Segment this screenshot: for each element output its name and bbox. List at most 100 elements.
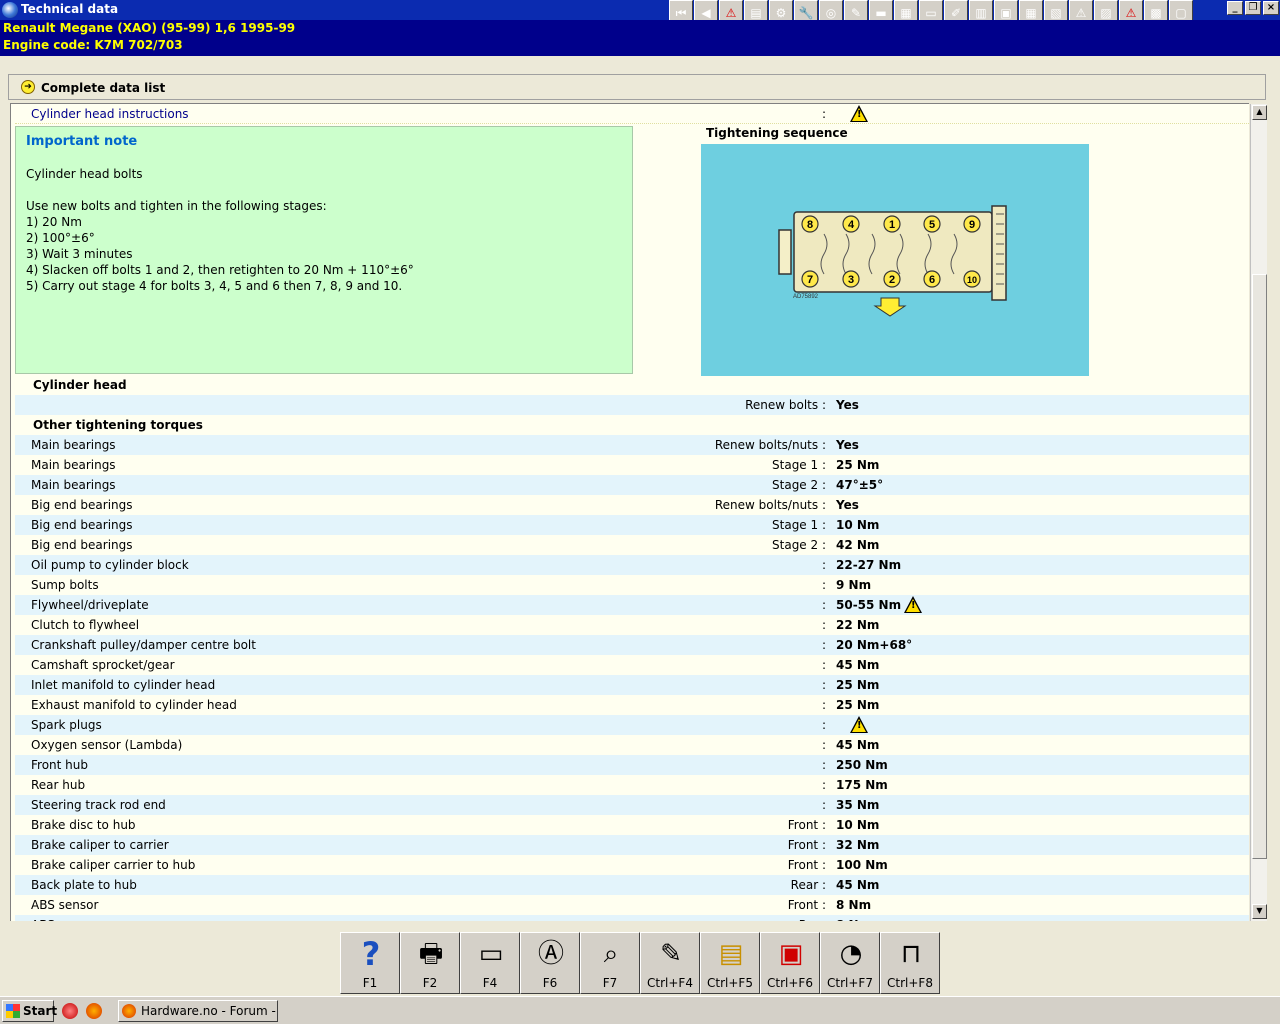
bolt-number: 8 <box>807 219 813 231</box>
table-row[interactable]: Big end bearings Renew bolts/nuts : Yes <box>15 495 1249 515</box>
table-row[interactable]: Crankshaft pulley/damper centre bolt:20 … <box>15 635 1249 655</box>
fkey-f1[interactable]: ? F1 <box>340 932 400 994</box>
scroll-down-button[interactable]: ▼ <box>1252 904 1267 919</box>
table-row[interactable]: Brake disc to hub Front : 10 Nm <box>15 815 1249 835</box>
minimize-button[interactable]: _ <box>1227 1 1243 15</box>
table-row[interactable]: Oxygen sensor (Lambda):45 Nm <box>15 735 1249 755</box>
warning-icon[interactable]: ! <box>850 716 868 733</box>
scroll-thumb[interactable] <box>1252 274 1267 859</box>
table-row[interactable]: Spark plugs:! <box>15 715 1249 735</box>
row-value: 175 Nm <box>836 778 888 792</box>
table-row[interactable]: Main bearings Renew bolts/nuts : Yes <box>15 435 1249 455</box>
table-row[interactable]: Main bearings Stage 2 : 47°±5° <box>15 475 1249 495</box>
table-row[interactable]: Clutch to flywheel:22 Nm <box>15 615 1249 635</box>
lift-icon: ⊓ <box>900 939 922 969</box>
bolt-number: 10 <box>967 275 977 285</box>
row-item: Steering track rod end <box>31 798 166 812</box>
row-item: Clutch to flywheel <box>31 618 140 632</box>
vehicle-info: Renault Megane (XAO) (95-99) 1,6 1995-99… <box>0 20 1280 56</box>
table-row[interactable]: Front hub:250 Nm <box>15 755 1249 775</box>
section-header[interactable]: ➔ Complete data list <box>8 74 1266 100</box>
row-qualifier: : <box>821 798 826 812</box>
row-item: Brake caliper to carrier <box>31 838 169 852</box>
start-button[interactable]: Start <box>2 1000 58 1022</box>
table-row[interactable]: Flywheel/driveplate:50-55 Nm! <box>15 595 1249 615</box>
row-item: Flywheel/driveplate <box>31 598 149 612</box>
fkey-ctrl-f5[interactable]: ▤ Ctrl+F5 <box>700 932 760 994</box>
fkey-ctrl-f7[interactable]: ◔ Ctrl+F7 <box>820 932 880 994</box>
table-row[interactable]: Brake caliper to carrier Front : 32 Nm <box>15 835 1249 855</box>
row-value: 22 Nm <box>836 618 880 632</box>
fkey-label: Ctrl+F8 <box>887 976 933 990</box>
close-button[interactable]: × <box>1263 1 1279 15</box>
row-value: Yes <box>836 438 859 452</box>
table-row[interactable]: Sump bolts:9 Nm <box>15 575 1249 595</box>
dictionary-icon: Ⓐ <box>537 939 564 969</box>
instructions-row[interactable]: Cylinder head instructions : ! <box>15 104 1249 124</box>
table-row[interactable]: Inlet manifold to cylinder head:25 Nm <box>15 675 1249 695</box>
row-value: 250 Nm <box>836 758 888 772</box>
table-row[interactable]: ABS ... R... : 8 N... <box>15 915 1249 921</box>
quicklaunch-icon[interactable] <box>62 1003 78 1019</box>
row-value: 25 Nm <box>836 678 880 692</box>
table-row[interactable]: Oil pump to cylinder block:22-27 Nm <box>15 555 1249 575</box>
table-row[interactable]: Big end bearings Stage 1 : 10 Nm <box>15 515 1249 535</box>
note-body: Cylinder head bolts Use new bolts and tig… <box>26 166 622 294</box>
restore-button[interactable]: ❐ <box>1245 1 1261 15</box>
fkey-ctrl-f4[interactable]: ✎ Ctrl+F4 <box>640 932 700 994</box>
taskbar-item[interactable]: Hardware.no - Forum ->... <box>118 1000 278 1022</box>
table-row[interactable]: Main bearings Stage 1 : 25 Nm <box>15 455 1249 475</box>
row-qualifier: Front : <box>787 858 826 872</box>
bolt-number: 2 <box>889 274 895 286</box>
fkey-label: F7 <box>602 976 618 990</box>
fkey-f7[interactable]: ⌕ F7 <box>580 932 640 994</box>
fkey-f4[interactable]: ▭ F4 <box>460 932 520 994</box>
fkey-ctrl-f8[interactable]: ⊓ Ctrl+F8 <box>880 932 940 994</box>
row-value: 50-55 Nm <box>836 598 902 612</box>
warning-icon[interactable]: ! <box>850 105 868 122</box>
bolt-number: 9 <box>969 219 975 231</box>
row-value: 10 Nm <box>836 518 880 532</box>
fkey-label: F1 <box>362 976 378 990</box>
row-qualifier: : <box>821 678 826 692</box>
printer-icon: 🖶 <box>418 939 444 969</box>
warning-icon[interactable]: ! <box>904 596 922 613</box>
instructions-link[interactable]: Cylinder head instructions <box>31 107 189 121</box>
scroll-up-button[interactable]: ▲ <box>1252 105 1267 120</box>
row-value: 47°±5° <box>836 478 884 492</box>
row-item: Big end bearings <box>31 538 133 552</box>
arrow-right-icon: ➔ <box>21 80 35 94</box>
table-row[interactable]: Steering track rod end:35 Nm <box>15 795 1249 815</box>
note-line: 5) Carry out stage 4 for bolts 3, 4, 5 a… <box>26 279 403 293</box>
vehicle-model: Renault Megane (XAO) (95-99) 1,6 1995-99 <box>3 21 296 35</box>
table-row[interactable]: Brake caliper carrier to hub Front : 100 N… <box>15 855 1249 875</box>
windows-logo-icon <box>6 1004 20 1018</box>
row-value: 35 Nm <box>836 798 880 812</box>
table-row[interactable]: Exhaust manifold to cylinder head:25 Nm <box>15 695 1249 715</box>
diagram-code: AD75892 <box>793 294 819 300</box>
row-item: Front hub <box>31 758 88 772</box>
table-row[interactable]: Back plate to hub Rear : 45 Nm <box>15 875 1249 895</box>
fkey-f2[interactable]: 🖶 F2 <box>400 932 460 994</box>
function-key-bar: ? F1 🖶 F2 ▭ F4 Ⓐ F6 ⌕ F7 ✎ Ctrl+F4 ▤ Ctrl+F5 ▣ Ctrl+F6 ◔… <box>340 932 940 994</box>
vertical-scrollbar[interactable]: ▲ ▼ <box>1250 104 1267 921</box>
fkey-label: F6 <box>542 976 558 990</box>
start-label: Start <box>23 1004 58 1018</box>
row-item: Big end bearings <box>31 518 133 532</box>
row-value: Yes <box>836 398 859 412</box>
row-qualifier: Front : <box>787 818 826 832</box>
row-qualifier: Front : <box>787 838 826 852</box>
table-row[interactable]: ABS sensor Front : 8 Nm <box>15 895 1249 915</box>
table-row[interactable]: Renew bolts : Yes <box>15 395 1249 415</box>
row-value: 22-27 Nm <box>836 558 902 572</box>
table-row[interactable]: Rear hub:175 Nm <box>15 775 1249 795</box>
row-item: Main bearings <box>31 478 116 492</box>
fkey-f6[interactable]: Ⓐ F6 <box>520 932 580 994</box>
firefox-icon[interactable] <box>86 1003 102 1019</box>
row-qualifier: : <box>821 618 826 632</box>
table-row[interactable]: Big end bearings Stage 2 : 42 Nm <box>15 535 1249 555</box>
other-torques-heading: Other tightening torques <box>33 418 203 432</box>
row-qualifier: : <box>821 718 826 732</box>
fkey-ctrl-f6[interactable]: ▣ Ctrl+F6 <box>760 932 820 994</box>
table-row[interactable]: Camshaft sprocket/gear:45 Nm <box>15 655 1249 675</box>
